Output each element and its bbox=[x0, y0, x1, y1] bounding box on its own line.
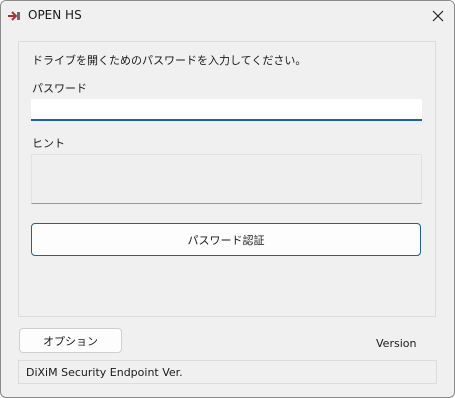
password-input[interactable] bbox=[31, 99, 422, 121]
title-bar[interactable]: OPEN HS bbox=[1, 1, 454, 31]
version-label: Version bbox=[376, 337, 417, 350]
dialog-window: OPEN HS ドライブを開くためのパスワードを入力してください。 パスワード … bbox=[0, 0, 455, 398]
password-panel: ドライブを開くためのパスワードを入力してください。 パスワード ヒント パスワー… bbox=[18, 41, 436, 317]
window-title: OPEN HS bbox=[28, 8, 82, 22]
instruction-text: ドライブを開くためのパスワードを入力してください。 bbox=[32, 54, 307, 67]
hint-label: ヒント bbox=[32, 137, 65, 150]
password-label: パスワード bbox=[32, 82, 87, 95]
app-icon bbox=[8, 11, 20, 21]
options-button[interactable]: オプション bbox=[19, 328, 122, 353]
status-text: DiXiM Security Endpoint Ver. bbox=[26, 365, 183, 379]
status-bar: DiXiM Security Endpoint Ver. bbox=[18, 360, 437, 384]
close-icon bbox=[432, 10, 444, 22]
password-auth-button[interactable]: パスワード認証 bbox=[31, 223, 421, 256]
hint-field bbox=[31, 154, 422, 204]
close-button[interactable] bbox=[422, 1, 454, 31]
